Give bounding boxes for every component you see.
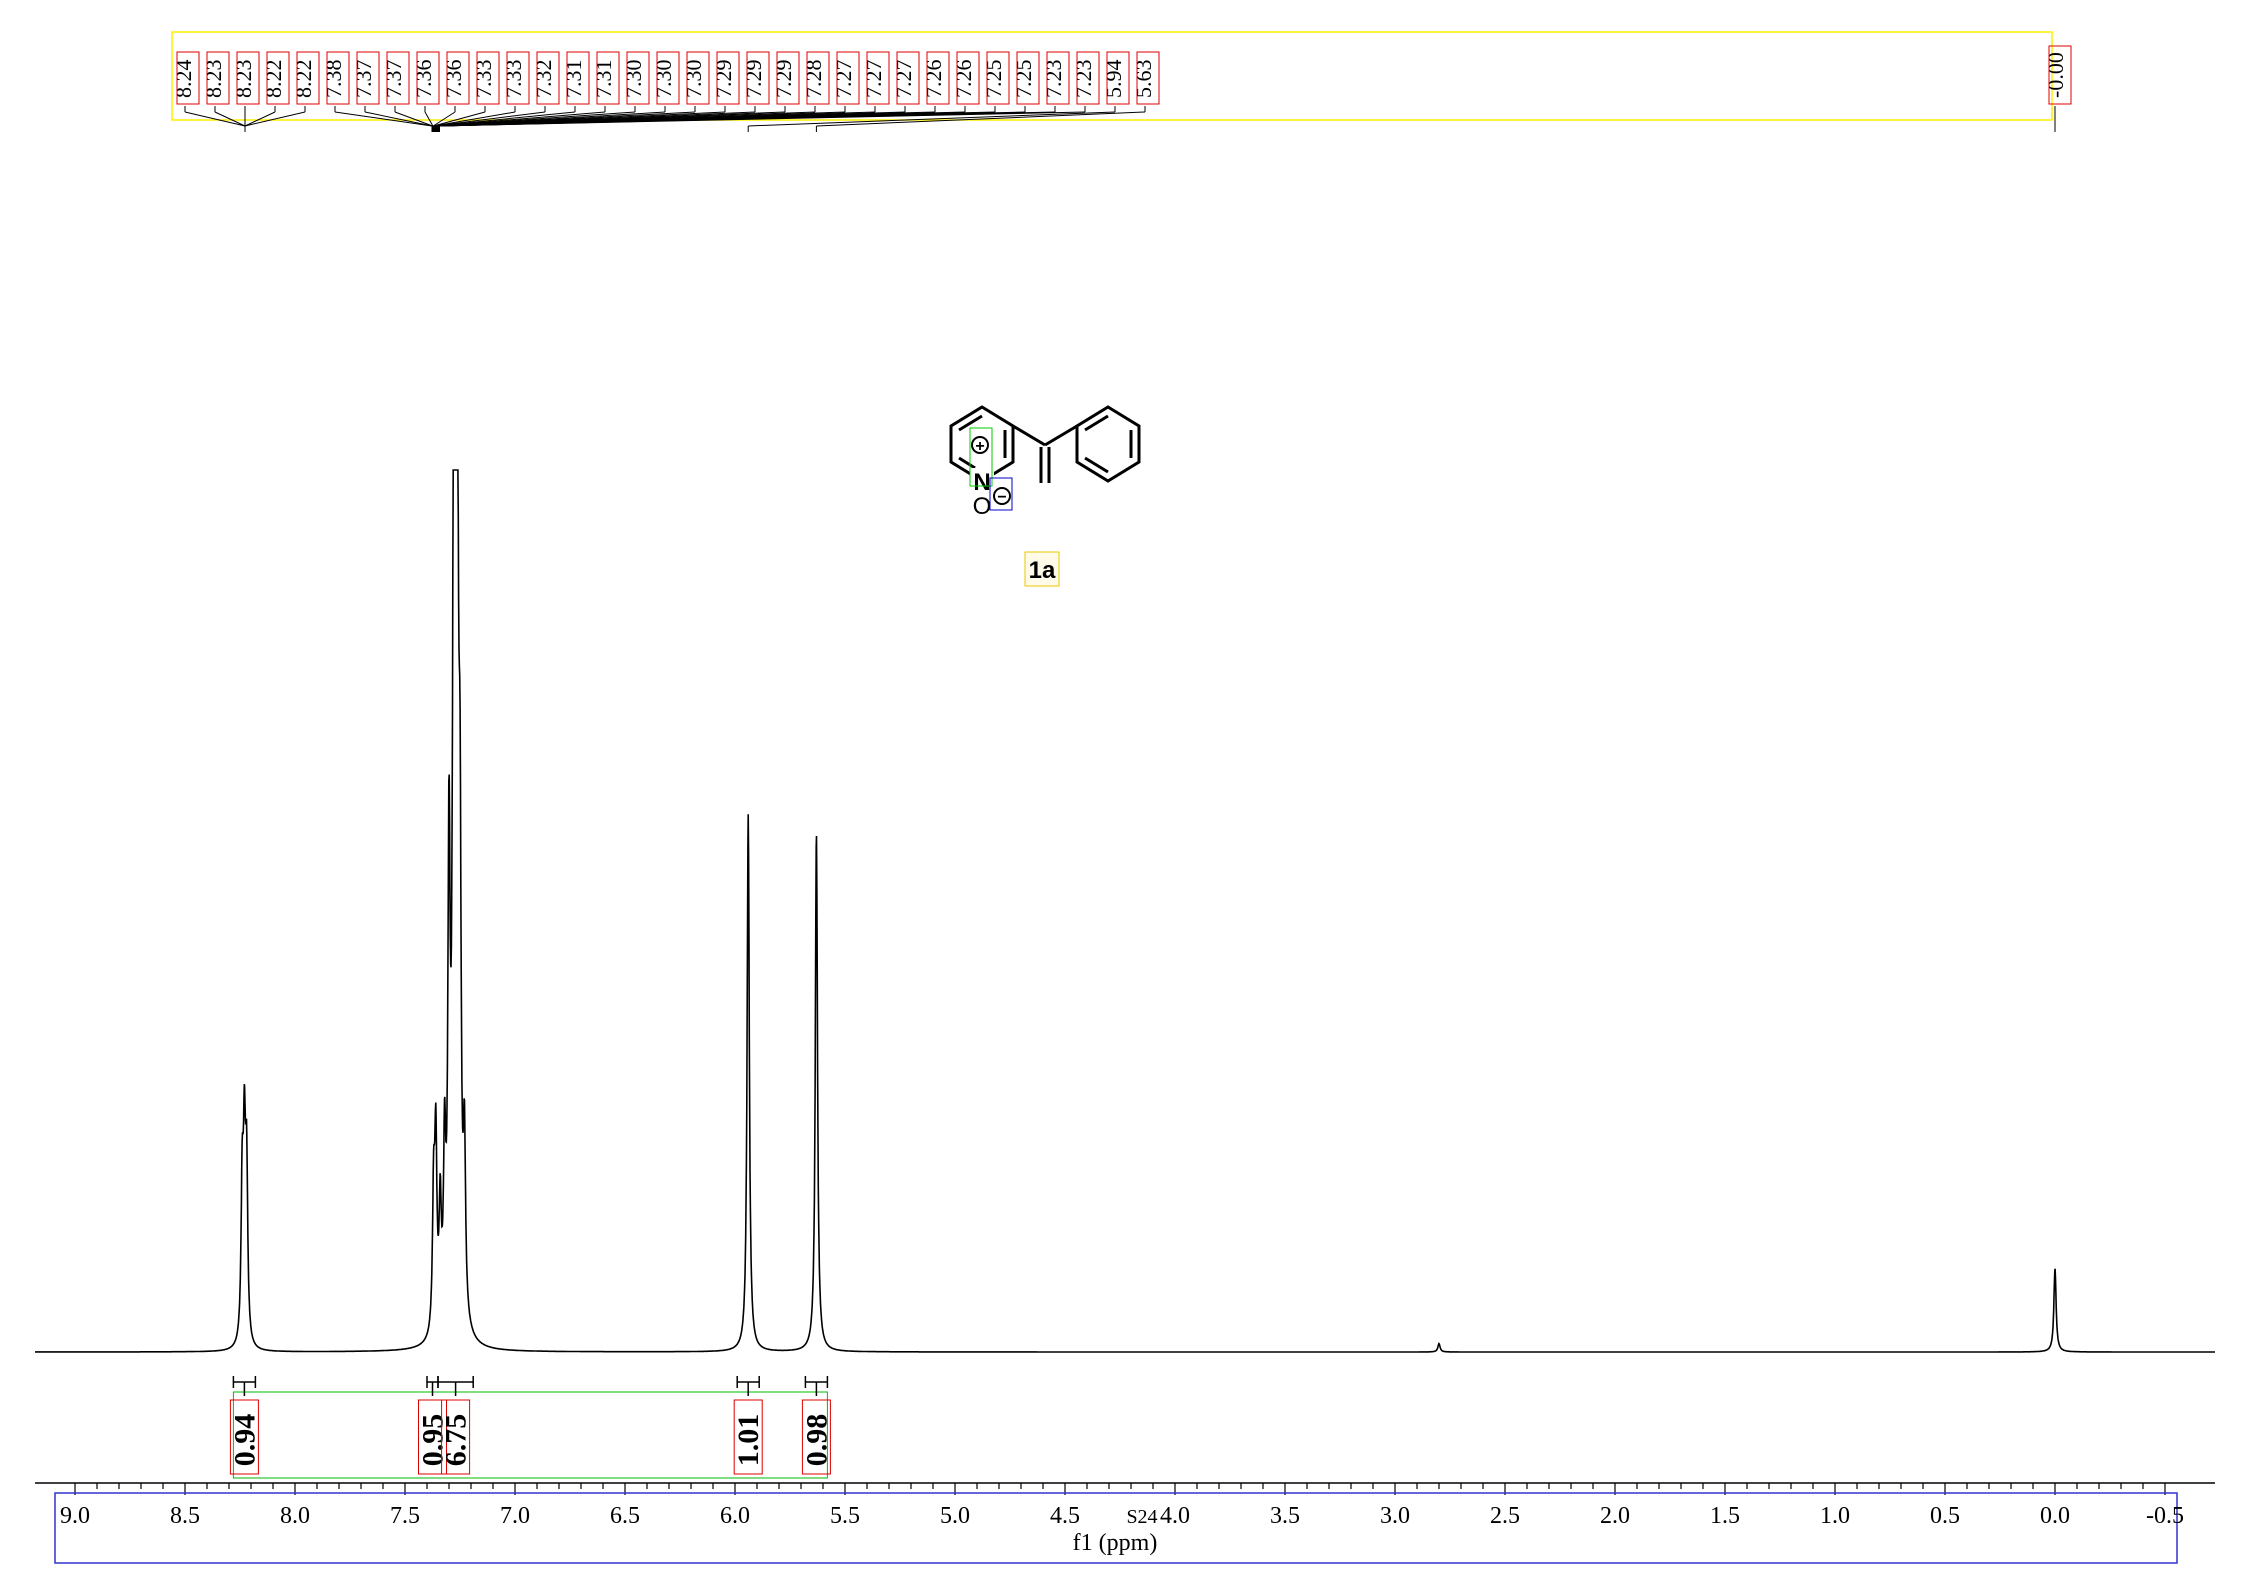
peak-label: 7.33: [501, 60, 526, 99]
ring-double-bond: [958, 456, 976, 470]
x-tick-label: 4.5: [1050, 1503, 1080, 1529]
peak-label: 7.23: [1041, 60, 1066, 99]
peak-label: 7.31: [591, 60, 616, 99]
x-tick-label: 8.0: [280, 1503, 310, 1529]
peak-label: 7.38: [321, 60, 346, 99]
peak-label: 5.63: [1131, 60, 1156, 99]
x-axis: 9.0 8.5 8.0 7.5 7.0 6.5 6.0 5.5 5.0 4.5 4.0 3.5 3.0 2…: [35, 1482, 2215, 1564]
peak-label: 7.26: [951, 60, 976, 99]
peak-label: 7.31: [561, 60, 586, 99]
x-tick-label: 0.0: [2040, 1503, 2070, 1529]
x-tick-label: 7.0: [500, 1503, 530, 1529]
minus-charge-label: −: [997, 489, 1006, 506]
peak-label: 7.37: [381, 60, 406, 99]
integral-value: 1.01: [732, 1414, 765, 1467]
molecule-structure: N + O − 1a: [949, 405, 1141, 587]
x-tick-label: -0.5: [2146, 1503, 2184, 1529]
peak-label: 7.23: [1071, 60, 1096, 99]
peak-label: 7.27: [861, 60, 886, 99]
peak-label: 8.24: [171, 60, 196, 99]
plus-charge-label: +: [975, 438, 984, 455]
peak-label: 7.26: [921, 60, 946, 99]
peak-label: 7.36: [411, 60, 436, 99]
peak-label: 7.32: [531, 60, 556, 99]
x-tick-label: 7.5: [390, 1503, 420, 1529]
integral-group: 0.94 0.956.75 1.01 0.98: [228, 1376, 833, 1479]
x-tick-label: 3.0: [1380, 1503, 1410, 1529]
x-tick-label: 5.0: [940, 1503, 970, 1529]
peak-label: 7.28: [801, 60, 826, 99]
vinyl-bond: [1044, 424, 1078, 447]
x-tick-label: 5.5: [830, 1503, 860, 1529]
vinyl-bond: [1012, 424, 1046, 447]
peak-label: 7.30: [621, 60, 646, 99]
tms-peak-label: -0.00: [2043, 52, 2068, 98]
peak-label: 8.23: [231, 60, 256, 99]
peak-label: 8.23: [201, 60, 226, 99]
peak-label: 7.30: [681, 60, 706, 99]
nmr-spectrum-svg: 8.24 8.23 8.23 8.22 8.22 7.38 7.37 7.37 7.36 7.36…: [35, 31, 2215, 1564]
x-tick-label: 9.0: [60, 1503, 90, 1529]
peak-label: 7.29: [711, 60, 736, 99]
peak-label: 8.22: [291, 60, 316, 99]
integral-value: 6.75: [440, 1414, 473, 1467]
peak-label: 7.37: [351, 60, 376, 99]
peak-label-leader: [184, 111, 246, 127]
peak-label: 7.25: [1011, 60, 1036, 99]
x-tick-label: 6.0: [720, 1503, 750, 1529]
peak-label: 7.29: [771, 60, 796, 99]
x-tick-label: 6.5: [610, 1503, 640, 1529]
peak-label-group: 8.24 8.23 8.23 8.22 8.22 7.38 7.37 7.37 7.36 7.36…: [171, 31, 2072, 132]
peak-label-leader: [244, 111, 276, 127]
x-tick-label: 2.0: [1600, 1503, 1630, 1529]
peak-label: 7.33: [471, 60, 496, 99]
peak-label-leader: [214, 111, 246, 127]
peak-label: 7.36: [441, 60, 466, 99]
peak-label: 5.94: [1101, 60, 1126, 99]
peak-label-leader: [244, 111, 306, 127]
x-tick-label: 2.5: [1490, 1503, 1520, 1529]
x-tick-label: 1.0: [1820, 1503, 1850, 1529]
peak-label: 7.25: [981, 60, 1006, 99]
peak-label-leader: [364, 111, 433, 127]
peak-label-leader: [334, 111, 433, 127]
peak-label: 8.22: [261, 60, 286, 99]
integral-value: 0.98: [800, 1414, 833, 1467]
oxygen-label: O: [973, 493, 992, 520]
x-tick-label: 3.5: [1270, 1503, 1300, 1529]
nmr-spectrum-chart: 8.24 8.23 8.23 8.22 8.22 7.38 7.37 7.37 7.36 7.36…: [0, 0, 2245, 1587]
x-tick-label: 0.5: [1930, 1503, 1960, 1529]
peak-label: 7.27: [831, 60, 856, 99]
peak-label: 7.29: [741, 60, 766, 99]
x-tick-label: 8.5: [170, 1503, 200, 1529]
compound-label: 1a: [1029, 557, 1056, 584]
peak-label: 7.30: [651, 60, 676, 99]
x-tick-label: 1.5: [1710, 1503, 1740, 1529]
x-tick-label: 4.0: [1160, 1503, 1190, 1529]
x-axis-title: f1 (ppm): [1073, 1530, 1158, 1556]
spectrum-group: [35, 469, 2215, 1353]
axis-note: S24: [1126, 1506, 1157, 1528]
peak-label: 7.27: [891, 60, 916, 99]
integral-value: 0.94: [228, 1414, 261, 1467]
spectrum-trace: [35, 469, 2215, 1353]
nitrogen-label: N: [973, 469, 990, 496]
